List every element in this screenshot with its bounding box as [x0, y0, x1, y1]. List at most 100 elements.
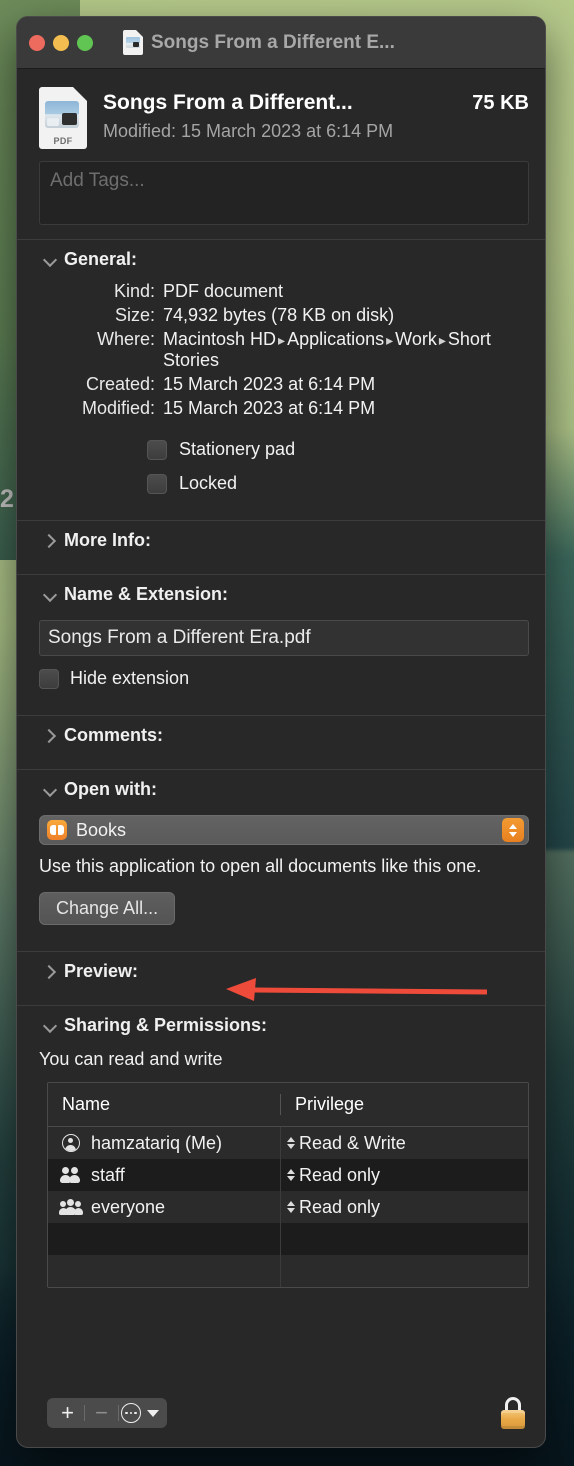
table-row[interactable]: hamzatariq (Me) Read & Write: [48, 1127, 528, 1160]
stationery-pad-checkbox[interactable]: [147, 439, 167, 460]
single-person-icon: [60, 1134, 82, 1153]
file-name-title: Songs From a Different...: [103, 91, 353, 114]
locked-checkbox[interactable]: [147, 473, 167, 494]
open-with-popup-button[interactable]: Books: [39, 815, 529, 845]
section-label-sharing: Sharing & Permissions:: [64, 1015, 268, 1036]
pdf-document-icon: [123, 30, 143, 55]
section-body-general: Kind: PDF document Size: 74,932 bytes (7…: [17, 279, 545, 506]
breadcrumb-separator-icon: ▸: [386, 332, 394, 348]
chevron-right-icon: [43, 729, 56, 742]
section-label-name-extension: Name & Extension:: [64, 584, 229, 604]
window-titlebar: Songs From a Different E...: [17, 17, 545, 69]
where-part-0: Macintosh HD: [163, 329, 277, 349]
change-all-button[interactable]: Change All...: [39, 892, 176, 926]
chevron-down-icon: [43, 253, 56, 266]
sharing-access-note-wrap: You can read and write: [17, 1045, 545, 1082]
window-title: Songs From a Different E...: [151, 31, 395, 53]
zoom-button[interactable]: [77, 34, 93, 51]
stationery-pad-label: Stationery pad: [179, 439, 296, 459]
window-controls: [29, 34, 93, 51]
column-header-privilege: Privilege: [280, 1094, 528, 1116]
section-header-general[interactable]: General:: [17, 240, 545, 279]
permission-privilege-value: Read only: [299, 1164, 381, 1185]
permissions-segmented-control: + −: [47, 1398, 167, 1428]
chevron-down-icon: [147, 1409, 159, 1417]
privilege-popup[interactable]: Read only: [280, 1191, 528, 1224]
chevron-right-icon: [43, 965, 56, 978]
minimize-button[interactable]: [53, 34, 69, 51]
action-menu-button[interactable]: [119, 1403, 163, 1423]
privilege-popup[interactable]: Read only: [280, 1159, 528, 1192]
file-header: PDF Songs From a Different... 75 KB Modi…: [17, 69, 545, 161]
open-with-note: Use this application to open all documen…: [39, 856, 482, 876]
created-label: Created:: [85, 374, 155, 394]
chevron-right-icon: [43, 534, 56, 547]
file-pdf-icon[interactable]: PDF: [39, 87, 87, 149]
locked-label: Locked: [179, 473, 238, 493]
where-part-2: Work: [395, 329, 437, 349]
table-row[interactable]: everyone Read only: [48, 1191, 528, 1224]
section-header-preview[interactable]: Preview:: [17, 952, 545, 991]
section-header-more-info[interactable]: More Info:: [17, 521, 545, 560]
close-button[interactable]: [29, 34, 45, 51]
remove-user-button[interactable]: −: [85, 1402, 118, 1424]
table-row[interactable]: staff Read only: [48, 1159, 528, 1192]
closed-lock-icon[interactable]: [499, 1397, 527, 1429]
modified-label: Modified:: [81, 398, 155, 418]
table-row-empty[interactable]: [48, 1223, 528, 1256]
permissions-table: Name Privilege hamzatariq (Me) Read & Wr…: [47, 1082, 529, 1289]
hide-extension-checkbox[interactable]: [39, 668, 59, 689]
file-name-input[interactable]: Songs From a Different Era.pdf: [39, 620, 529, 656]
chevron-updown-icon: [286, 1201, 295, 1214]
pdf-icon-label: PDF: [53, 136, 73, 146]
books-app-icon: [47, 820, 67, 840]
chevron-updown-icon[interactable]: [502, 818, 524, 842]
size-value: 74,932 bytes (78 KB on disk): [163, 305, 395, 325]
section-body-name-extension: Songs From a Different Era.pdf Hide exte…: [17, 614, 545, 701]
add-tags-placeholder: Add Tags...: [50, 170, 145, 191]
section-label-preview: Preview:: [64, 961, 139, 982]
chevron-updown-icon: [286, 1137, 295, 1150]
hide-extension-row[interactable]: Hide extension: [39, 668, 529, 689]
ellipsis-circle-icon: [121, 1403, 141, 1423]
created-value: 15 March 2023 at 6:14 PM: [163, 374, 376, 394]
where-value: Macintosh HD ▸ Applications ▸ Work ▸ Short Sto…: [163, 329, 529, 371]
section-label-more-info: More Info:: [64, 530, 151, 550]
kind-value: PDF document: [163, 281, 284, 301]
where-label: Where:: [96, 329, 155, 349]
chevron-updown-icon: [286, 1169, 295, 1182]
table-row-empty[interactable]: [48, 1255, 528, 1288]
size-label: Size:: [114, 305, 155, 325]
section-header-name-extension[interactable]: Name & Extension:: [17, 575, 545, 614]
stationery-pad-row[interactable]: Stationery pad: [147, 439, 529, 460]
section-header-sharing[interactable]: Sharing & Permissions:: [17, 1006, 545, 1045]
chevron-down-icon: [43, 783, 56, 796]
get-info-window: Songs From a Different E... PDF Songs Fr…: [16, 16, 546, 1448]
section-label-open-with: Open with:: [64, 779, 157, 799]
section-body-open-with: Books Use this application to open all d…: [17, 809, 545, 937]
desktop-stray-digit: 2: [0, 485, 14, 513]
kind-label: Kind:: [113, 281, 155, 301]
section-header-open-with[interactable]: Open with:: [17, 770, 545, 809]
section-label-general: General:: [64, 249, 138, 269]
chevron-down-icon: [43, 588, 56, 601]
column-header-name: Name: [62, 1094, 111, 1115]
sharing-access-note: You can read and write: [39, 1049, 223, 1070]
add-tags-field[interactable]: Add Tags...: [39, 161, 529, 225]
file-modified-label: Modified: 15 March 2023 at 6:14 PM: [103, 121, 394, 141]
hide-extension-label: Hide extension: [70, 668, 190, 688]
locked-row[interactable]: Locked: [147, 473, 529, 494]
breadcrumb-separator-icon: ▸: [278, 332, 286, 348]
general-info-grid: Kind: PDF document Size: 74,932 bytes (7…: [39, 281, 529, 419]
permission-user-name: everyone: [91, 1196, 166, 1217]
privilege-popup[interactable]: Read & Write: [280, 1127, 528, 1160]
file-size-label: 75 KB: [472, 92, 529, 114]
permissions-toolbar: + −: [17, 1387, 545, 1447]
add-user-button[interactable]: +: [51, 1402, 84, 1424]
where-part-1: Applications: [287, 329, 385, 349]
permission-privilege-value: Read & Write: [299, 1132, 406, 1153]
section-header-comments[interactable]: Comments:: [17, 716, 545, 755]
three-people-icon: [59, 1198, 83, 1216]
permission-user-name: staff: [91, 1164, 125, 1185]
breadcrumb-separator-icon: ▸: [438, 332, 446, 348]
